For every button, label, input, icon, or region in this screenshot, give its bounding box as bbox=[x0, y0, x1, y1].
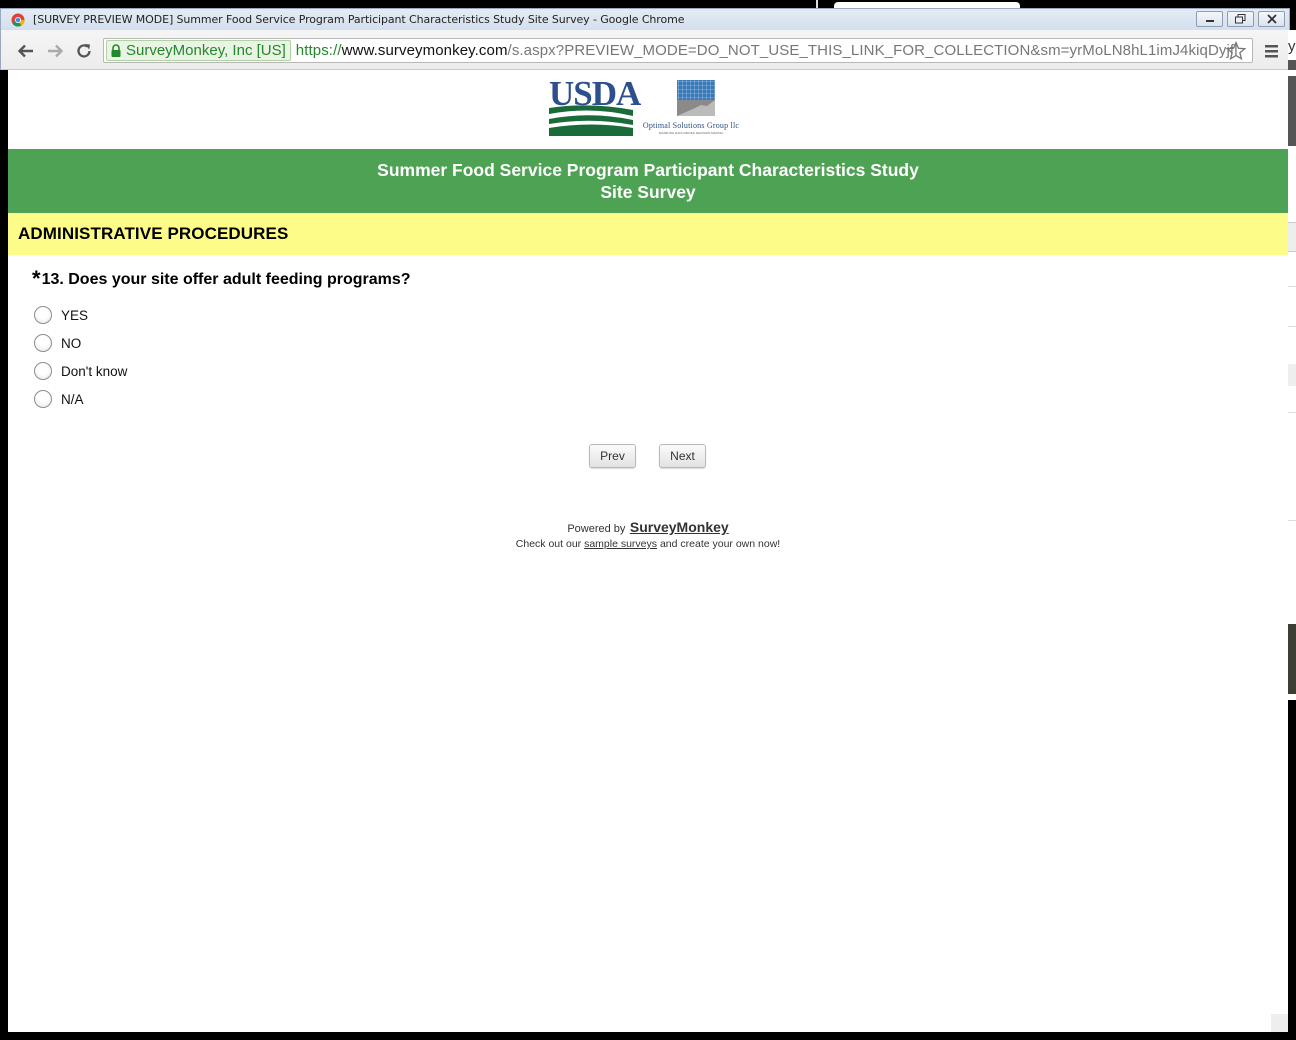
question-text: 13. Does your site offer adult feeding p… bbox=[41, 271, 411, 288]
background-dark-panel bbox=[1288, 624, 1296, 694]
ev-certificate-badge[interactable]: SurveyMonkey, Inc [US] bbox=[106, 40, 291, 61]
next-button[interactable]: Next bbox=[659, 444, 706, 468]
powered-by-text: Powered by bbox=[567, 523, 626, 535]
question-title: * 13. Does your site offer adult feeding… bbox=[32, 266, 411, 291]
background-divider bbox=[1288, 520, 1296, 521]
checkout-suffix: and create your own now! bbox=[659, 538, 781, 550]
option-label: YES bbox=[61, 307, 89, 323]
browser-toolbar: SurveyMonkey, Inc [US] https://www.surve… bbox=[0, 30, 1290, 70]
optimal-solutions-logo: Optimal Solutions Group llc ENABLING DAT… bbox=[635, 78, 747, 136]
close-window-button[interactable] bbox=[1258, 11, 1285, 27]
option-label: NO bbox=[61, 335, 82, 351]
background-divider bbox=[1288, 326, 1296, 327]
prev-button[interactable]: Prev bbox=[589, 444, 636, 468]
reload-icon bbox=[77, 44, 91, 58]
option-label: N/A bbox=[61, 391, 84, 407]
forward-button[interactable] bbox=[44, 40, 66, 62]
chrome-logo-icon bbox=[11, 13, 25, 26]
radio-button[interactable] bbox=[34, 334, 52, 352]
surveymonkey-link[interactable]: SurveyMonkey bbox=[630, 519, 729, 535]
bookmark-star-icon[interactable] bbox=[1226, 41, 1246, 61]
background-window-edge bbox=[816, 0, 818, 8]
sample-surveys-link[interactable]: sample surveys bbox=[584, 538, 657, 550]
address-bar[interactable]: SurveyMonkey, Inc [US] https://www.surve… bbox=[103, 38, 1253, 63]
background-divider bbox=[1288, 412, 1296, 413]
checkout-text: Check out our sample surveys and create … bbox=[8, 538, 1288, 550]
restore-button[interactable] bbox=[1227, 11, 1254, 27]
answer-option-yes[interactable]: YES bbox=[34, 301, 127, 329]
back-arrow-icon bbox=[17, 44, 33, 58]
minimize-icon bbox=[1205, 20, 1214, 22]
answer-option-no[interactable]: NO bbox=[34, 329, 127, 357]
background-panel bbox=[1288, 70, 1296, 76]
navigation-buttons: Prev Next bbox=[8, 444, 1288, 468]
minimize-button[interactable] bbox=[1196, 11, 1223, 27]
answer-options: YES NO Don't know N/A bbox=[34, 301, 127, 413]
sponsor-logos: USDA Optimal Solutions Group llc ENABLIN… bbox=[8, 74, 1288, 138]
page-viewport: USDA Optimal Solutions Group llc ENABLIN… bbox=[8, 70, 1288, 1032]
survey-title-line2: Site Survey bbox=[600, 182, 696, 202]
checkout-prefix: Check out our bbox=[515, 538, 582, 550]
osg-wordmark: Optimal Solutions Group llc bbox=[642, 121, 740, 130]
url-text: https://www.surveymonkey.com/s.aspx?PREV… bbox=[296, 42, 1238, 59]
survey-footer: Powered by SurveyMonkey Check out our sa… bbox=[8, 519, 1288, 550]
background-button bbox=[1288, 222, 1296, 252]
radio-button[interactable] bbox=[34, 306, 52, 324]
lock-icon bbox=[111, 43, 121, 57]
answer-option-dont-know[interactable]: Don't know bbox=[34, 357, 127, 385]
background-divider bbox=[1288, 286, 1296, 287]
survey-title-banner: Summer Food Service Program Participant … bbox=[8, 149, 1288, 213]
reload-button[interactable] bbox=[73, 40, 95, 62]
url-path: /s.aspx?PREVIEW_MODE=DO_NOT_USE_THIS_LIN… bbox=[507, 42, 1238, 59]
url-scheme: https:// bbox=[295, 42, 342, 59]
ev-label: SurveyMonkey, Inc [US] bbox=[126, 42, 286, 59]
resize-grip[interactable] bbox=[1271, 1014, 1288, 1032]
option-label: Don't know bbox=[61, 363, 128, 379]
browser-window: [SURVEY PREVIEW MODE] Summer Food Servic… bbox=[0, 0, 1296, 1040]
window-title: [SURVEY PREVIEW MODE] Summer Food Servic… bbox=[33, 13, 685, 26]
url-host: www.surveymonkey.com bbox=[341, 42, 508, 59]
title-bar: [SURVEY PREVIEW MODE] Summer Food Servic… bbox=[0, 8, 1290, 30]
usda-logo: USDA bbox=[549, 74, 641, 136]
browser-menu-icon[interactable] bbox=[1263, 42, 1281, 60]
radio-button[interactable] bbox=[34, 362, 52, 380]
background-window-sliver: y bbox=[1288, 30, 1296, 700]
osg-emblem bbox=[677, 80, 715, 116]
survey-title-line1: Summer Food Service Program Participant … bbox=[377, 160, 919, 180]
restore-icon bbox=[1235, 14, 1246, 24]
required-marker: * bbox=[32, 266, 41, 291]
radio-button[interactable] bbox=[34, 390, 52, 408]
usda-wordmark: USDA bbox=[549, 74, 641, 113]
answer-option-na[interactable]: N/A bbox=[34, 385, 127, 413]
background-button bbox=[1288, 364, 1296, 386]
section-header: ADMINISTRATIVE PROCEDURES bbox=[8, 213, 1288, 255]
forward-arrow-icon bbox=[48, 44, 64, 58]
back-button[interactable] bbox=[15, 40, 37, 62]
close-icon bbox=[1266, 14, 1277, 24]
background-fragment: y bbox=[1288, 38, 1296, 55]
window-controls bbox=[1196, 11, 1285, 27]
osg-tagline: ENABLING DATA-DRIVEN DECISION MAKING bbox=[659, 131, 723, 135]
